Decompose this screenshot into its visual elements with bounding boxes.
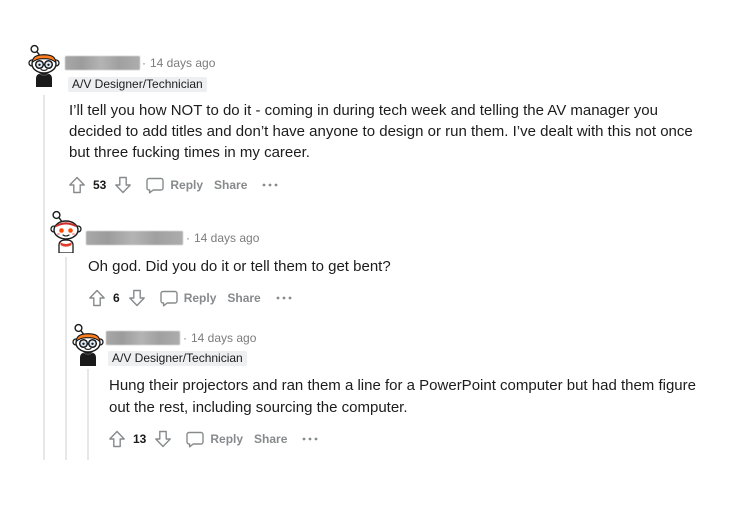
snoo-avatar-icon [50, 210, 82, 253]
more-options-icon [276, 296, 292, 300]
reply-label: Reply [183, 291, 217, 305]
vote-score: 6 [113, 291, 120, 305]
comment-bubble-icon [186, 431, 205, 448]
downvote-arrow-icon [155, 430, 172, 448]
more-options-icon [263, 183, 278, 187]
comment-meta: · 14 days ago [142, 55, 215, 71]
user-flair: A/V Designer/Technician [108, 351, 247, 366]
meta-separator: · [183, 331, 187, 345]
share-button[interactable]: Share [227, 288, 260, 308]
comment-body: Oh god. Did you do it or tell them to ge… [88, 258, 391, 275]
share-button[interactable]: Share [214, 175, 247, 195]
downvote-arrow-icon [115, 176, 132, 194]
avatar[interactable] [49, 209, 83, 253]
downvote-button[interactable] [127, 288, 147, 308]
avatar[interactable] [71, 322, 105, 366]
more-options-icon [303, 437, 318, 441]
username-redacted[interactable] [65, 56, 140, 70]
upvote-arrow-icon [69, 176, 85, 194]
thread-line[interactable] [65, 257, 67, 460]
meta-separator: · [142, 56, 146, 70]
snoo-avatar-icon [72, 323, 104, 366]
comment-actions: 53 Reply Share [67, 175, 279, 195]
comment-actions: 13 Reply Share [107, 429, 319, 449]
vote-score: 13 [133, 432, 147, 446]
downvote-button[interactable] [153, 429, 173, 449]
comment-meta: · 14 days ago [186, 230, 259, 246]
avatar[interactable] [27, 43, 61, 87]
reply-label: Reply [210, 432, 244, 446]
meta-separator: · [186, 231, 190, 245]
user-flair: A/V Designer/Technician [68, 77, 207, 92]
username-redacted[interactable] [86, 231, 183, 245]
comment-bubble-icon [146, 177, 165, 194]
comment-meta: · 14 days ago [183, 330, 256, 346]
timestamp[interactable]: 14 days ago [150, 56, 215, 70]
vote-score: 53 [93, 178, 107, 192]
upvote-arrow-icon [109, 430, 125, 448]
thread-line[interactable] [43, 95, 45, 460]
upvote-button[interactable] [67, 175, 87, 195]
timestamp[interactable]: 14 days ago [191, 331, 256, 345]
comment-thread: · 14 days ago A/V Designer/Technician I’l… [0, 0, 741, 513]
username-redacted[interactable] [106, 331, 180, 345]
more-options-button[interactable] [261, 175, 279, 195]
upvote-arrow-icon [89, 289, 105, 307]
more-options-button[interactable] [301, 429, 319, 449]
upvote-button[interactable] [87, 288, 107, 308]
reply-label: Reply [170, 178, 204, 192]
downvote-button[interactable] [113, 175, 133, 195]
thread-line[interactable] [87, 369, 89, 460]
share-button[interactable]: Share [254, 429, 287, 449]
snoo-avatar-icon [28, 44, 60, 87]
reply-button[interactable]: Reply [145, 175, 203, 195]
comment-body: I’ll tell you how NOT to do it - coming … [69, 102, 693, 161]
downvote-arrow-icon [128, 289, 145, 307]
reply-button[interactable]: Reply [185, 429, 243, 449]
comment-bubble-icon [159, 290, 178, 307]
timestamp[interactable]: 14 days ago [194, 231, 259, 245]
more-options-button[interactable] [275, 288, 293, 308]
comment-actions: 6 Reply Share [87, 288, 293, 308]
comment-body: Hung their projectors and ran them a lin… [109, 377, 696, 416]
upvote-button[interactable] [107, 429, 127, 449]
reply-button[interactable]: Reply [159, 288, 217, 308]
